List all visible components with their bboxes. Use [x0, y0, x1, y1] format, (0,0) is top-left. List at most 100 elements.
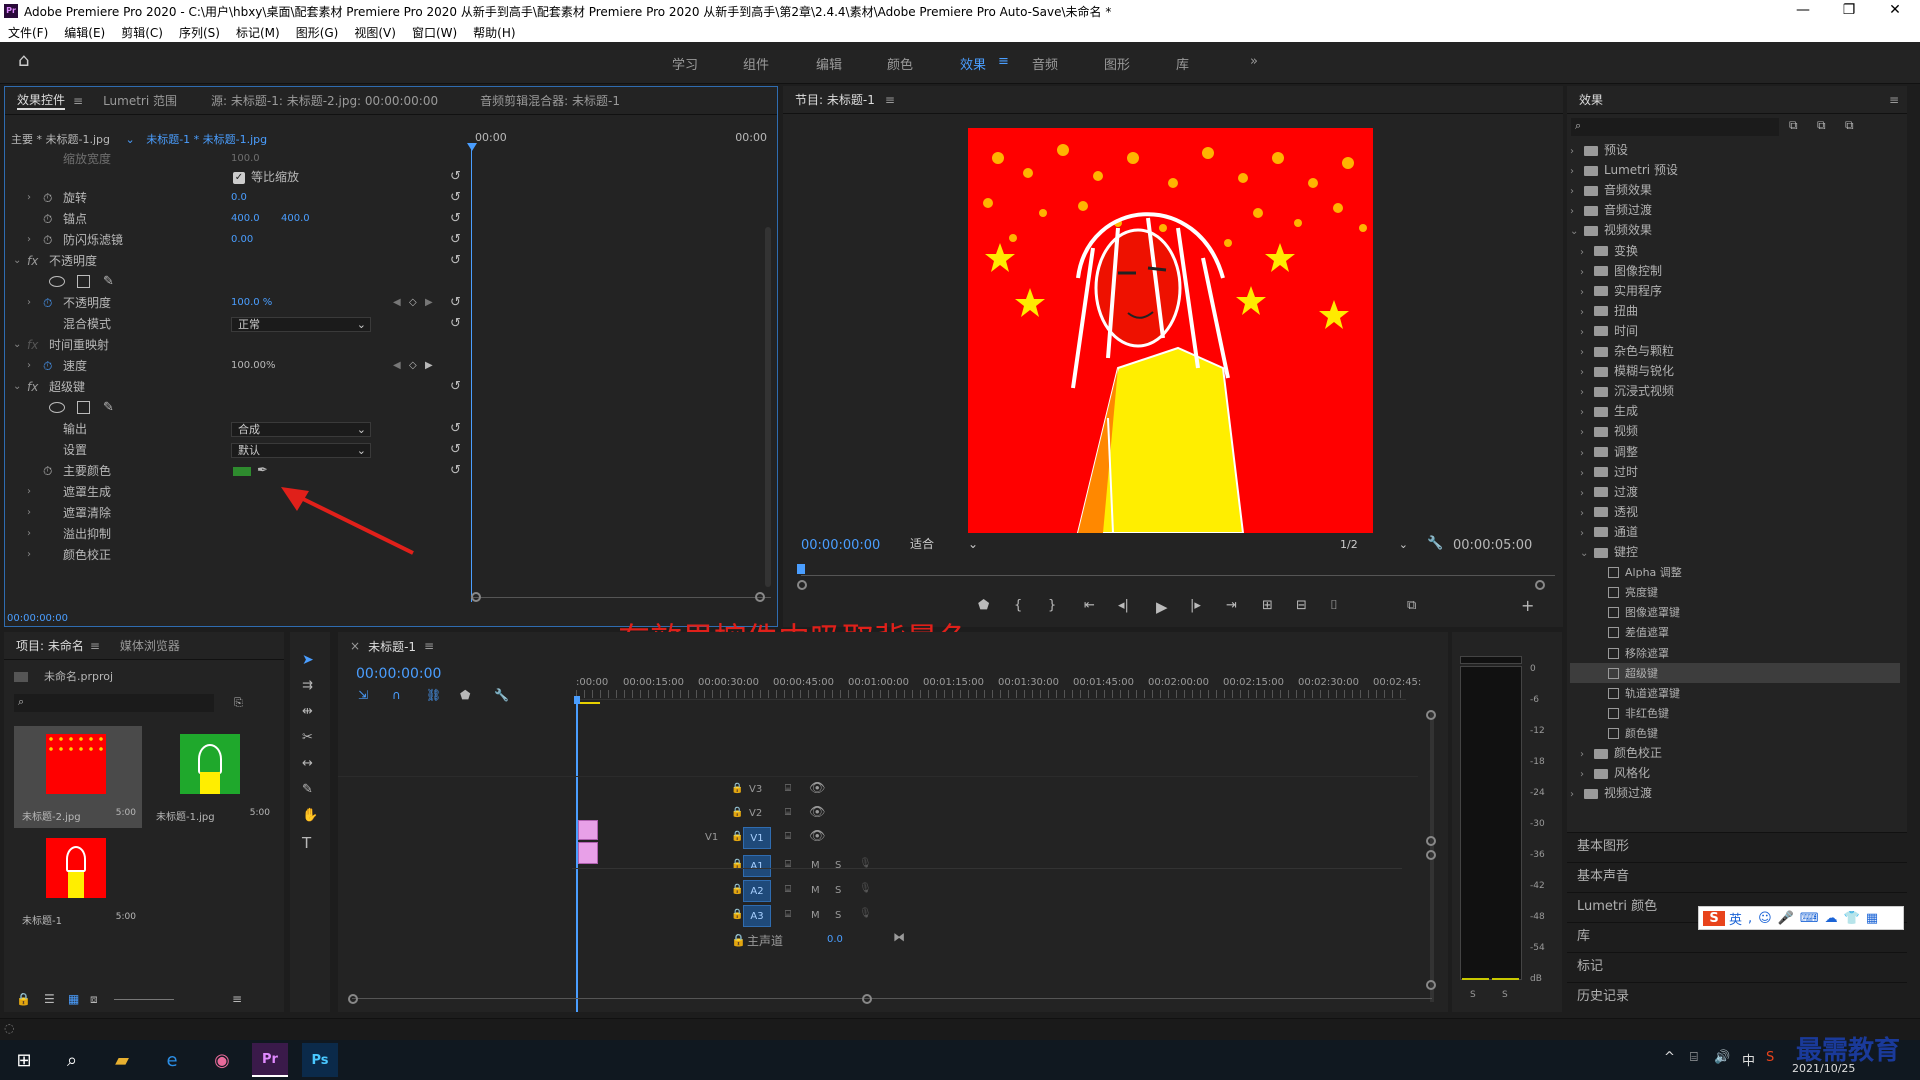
track-target-v1[interactable]: V1	[743, 827, 771, 849]
keyframe-add-icon[interactable]: ◇	[409, 356, 417, 376]
pen-mask-icon[interactable]: ✎	[103, 398, 114, 418]
menu-help[interactable]: 帮助(H)	[465, 24, 523, 41]
step-back-icon[interactable]: ◂|	[1118, 598, 1129, 613]
output-select[interactable]: 合成 ⌄	[231, 422, 371, 437]
add-marker-icon[interactable]: ⬟	[978, 598, 989, 613]
effects-tree-item[interactable]: › 杂色与颗粒	[1580, 341, 1900, 361]
lift-icon[interactable]: ⊞	[1262, 598, 1273, 613]
expand-chevron-icon[interactable]: ›	[1580, 323, 1590, 343]
timeline-h-scroll[interactable]	[352, 998, 1432, 999]
stopwatch-icon[interactable]: ⏱	[43, 188, 52, 208]
ws-color[interactable]: 颜色	[887, 54, 913, 73]
track-lock-icon[interactable]: 🔒	[731, 783, 743, 794]
master-clip-label[interactable]: 主要 * 未标题-1.jpg	[11, 133, 110, 146]
expand-chevron-icon[interactable]: ›	[1570, 202, 1580, 222]
collapse-chevron-icon[interactable]: ⌄	[13, 377, 21, 397]
ec-scrollbar[interactable]	[765, 227, 771, 587]
project-item[interactable]: 未标题-1 5:00	[14, 830, 142, 932]
ws-menu-icon[interactable]: ≡	[998, 54, 1009, 69]
fit-select[interactable]: 适合 ⌄	[903, 536, 983, 553]
file-explorer-icon[interactable]: ▰	[104, 1043, 140, 1077]
sequence-clip-label[interactable]: 未标题-1 * 未标题-1.jpg	[146, 133, 267, 146]
menu-file[interactable]: 文件(F)	[0, 24, 56, 41]
premiere-taskbar-icon[interactable]: Pr	[252, 1043, 288, 1077]
reset-icon[interactable]: ↺	[450, 293, 461, 313]
eye-icon[interactable]: 👁	[809, 829, 826, 844]
track-lock-icon[interactable]: 🔒	[731, 933, 746, 947]
go-to-in-icon[interactable]: ⇤	[1084, 598, 1095, 613]
expand-chevron-icon[interactable]: ›	[1580, 444, 1590, 464]
expand-chevron-icon[interactable]: ›	[1570, 142, 1580, 162]
timeline-timecode[interactable]: 00:00:00:00	[356, 666, 441, 682]
expand-chevron-icon[interactable]: ›	[1580, 504, 1590, 524]
effects-tree-item[interactable]: › 生成	[1580, 401, 1900, 421]
sync-lock-icon[interactable]: ⌸	[785, 831, 791, 842]
ime-language-button[interactable]: 英	[1729, 909, 1742, 928]
menu-view[interactable]: 视图(V)	[346, 24, 404, 41]
tab-sequence[interactable]: 未标题-1	[368, 638, 416, 655]
effects-tree-item[interactable]: 颜色键	[1590, 723, 1900, 743]
zoom-slider[interactable]	[114, 999, 174, 1000]
sogou-tray-icon[interactable]: S	[1766, 1050, 1774, 1065]
keyframe-prev-icon[interactable]: ◀	[393, 356, 401, 376]
yuv-effects-icon[interactable]: ⧉	[1845, 118, 1854, 133]
effects-tree-item[interactable]: › 扭曲	[1580, 301, 1900, 321]
program-zoom-left[interactable]	[797, 580, 807, 590]
effects-tree-item[interactable]: › 图像控制	[1580, 261, 1900, 281]
stopwatch-icon[interactable]: ⏱	[43, 209, 52, 229]
panel-essential-graphics[interactable]: 基本图形	[1567, 832, 1907, 860]
collapse-chevron-icon[interactable]: ⌄	[13, 335, 21, 355]
volume-icon[interactable]: 🔊	[1714, 1050, 1730, 1065]
mute-button[interactable]: M	[811, 860, 820, 871]
keyframe-add-icon[interactable]: ◇	[409, 293, 417, 313]
clip-dropdown-icon[interactable]: ⌄	[125, 133, 134, 146]
effects-tree-item[interactable]: 图像遮罩键	[1590, 602, 1900, 622]
effects-tree-item[interactable]: 非红色键	[1590, 703, 1900, 723]
solo-button[interactable]: S	[835, 885, 841, 896]
add-button-icon[interactable]: +	[1521, 596, 1534, 615]
expand-chevron-icon[interactable]: ›	[1580, 524, 1590, 544]
fx-icon[interactable]: fx	[27, 377, 38, 397]
expand-chevron-icon[interactable]: ›	[1580, 363, 1590, 383]
effects-tree-item[interactable]: › 视频过渡	[1570, 783, 1900, 803]
expand-chevron-icon[interactable]: ›	[1580, 303, 1590, 323]
settings-wrench-icon[interactable]: 🔧	[494, 688, 509, 702]
program-scrub-bar[interactable]	[801, 564, 1555, 576]
stopwatch-active-icon[interactable]: ⏱	[43, 356, 52, 376]
expand-chevron-icon[interactable]: ›	[1580, 423, 1590, 443]
track-lock-icon[interactable]: 🔒	[731, 831, 743, 842]
expand-chevron-icon[interactable]: ›	[27, 188, 31, 208]
expand-chevron-icon[interactable]: ›	[1570, 162, 1580, 182]
a-scroll-bottom-handle[interactable]	[1426, 980, 1436, 990]
expand-chevron-icon[interactable]: ›	[1580, 343, 1590, 363]
snap-icon[interactable]: ∩	[392, 688, 401, 702]
expand-chevron-icon[interactable]: ›	[27, 545, 31, 565]
ec-zoom-bar[interactable]	[471, 597, 771, 598]
tab-effects[interactable]: 效果	[1579, 91, 1603, 108]
ime-keyboard-icon[interactable]: ⌨	[1800, 911, 1819, 926]
eye-icon[interactable]: 👁	[809, 781, 826, 796]
wrench-icon[interactable]: 🔧	[1427, 536, 1443, 551]
sort-icon[interactable]: ≡	[232, 992, 242, 1006]
opacity-value[interactable]: 100.0 %	[231, 293, 272, 313]
program-canvas[interactable]	[968, 128, 1373, 533]
list-view-icon[interactable]: ☰	[44, 992, 55, 1006]
key-color-swatch[interactable]	[233, 467, 251, 476]
h-scroll-right-handle[interactable]	[862, 994, 872, 1004]
ws-libraries[interactable]: 库	[1176, 54, 1189, 73]
reset-icon[interactable]: ↺	[450, 314, 461, 334]
scale-width-value[interactable]: 100.0	[231, 149, 260, 169]
effects-tree-item[interactable]: 亮度键	[1590, 582, 1900, 602]
tab-menu-icon[interactable]: ≡	[885, 93, 895, 107]
ime-shirt-icon[interactable]: 👕	[1844, 911, 1860, 926]
meter-solo-right-button[interactable]: S	[1502, 990, 1508, 1000]
expand-chevron-icon[interactable]: ›	[1570, 785, 1580, 805]
program-timecode[interactable]: 00:00:00:00	[801, 538, 880, 553]
ime-punct-icon[interactable]: ,	[1748, 911, 1752, 926]
ws-effects[interactable]: 效果	[960, 54, 986, 73]
source-patch-label[interactable]: V1	[705, 832, 718, 843]
resolution-select[interactable]: 1/2 ⌄	[1333, 536, 1413, 553]
app-icon[interactable]: ◉	[204, 1043, 240, 1077]
expand-chevron-icon[interactable]: ›	[1580, 464, 1590, 484]
track-select-tool-icon[interactable]: ⇉	[302, 678, 313, 693]
